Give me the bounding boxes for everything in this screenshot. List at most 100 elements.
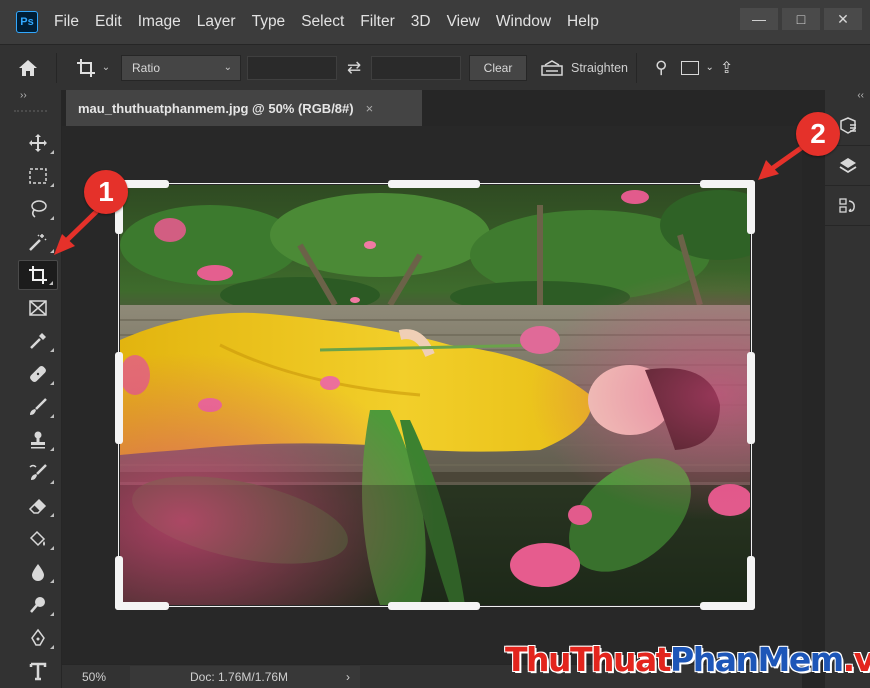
toolbar-grip[interactable] xyxy=(14,110,47,122)
photoshop-logo[interactable]: Ps xyxy=(16,11,38,33)
layers-panel-button[interactable] xyxy=(825,146,870,186)
document-info[interactable]: Doc: 1.76M/1.76M › xyxy=(130,665,360,688)
crop-handle-bottom-left[interactable] xyxy=(115,556,123,610)
menu-view[interactable]: View xyxy=(447,13,480,31)
menu-file[interactable]: File xyxy=(54,13,79,31)
crop-ratio-dropdown[interactable]: Ratio ⌄ xyxy=(121,54,241,81)
close-tab-icon[interactable]: × xyxy=(366,101,374,116)
menu-type[interactable]: Type xyxy=(252,13,286,31)
search-icon[interactable]: ⚲ xyxy=(655,58,667,78)
history-panel-button[interactable] xyxy=(825,186,870,226)
crop-icon xyxy=(29,266,47,284)
move-icon xyxy=(29,134,47,152)
crop-handle-right[interactable] xyxy=(747,352,755,444)
tool-flyout-indicator xyxy=(50,447,54,451)
pen-tool[interactable] xyxy=(18,623,58,653)
rectangular-marquee-icon xyxy=(29,168,47,184)
right-panel-dock: ‹‹ xyxy=(824,90,870,688)
menu-bar: Ps File Edit Image Layer Type Select Fil… xyxy=(0,0,870,44)
healing-brush-tool[interactable] xyxy=(18,359,58,389)
menu-image[interactable]: Image xyxy=(138,13,181,31)
menu-filter[interactable]: Filter xyxy=(360,13,394,31)
crop-icon xyxy=(76,58,95,77)
eraser-tool[interactable] xyxy=(18,491,58,521)
home-button[interactable] xyxy=(8,45,48,91)
tool-flyout-indicator xyxy=(50,150,54,154)
move-tool[interactable] xyxy=(18,128,58,158)
options-right-icons: ⚲ ⌄ ⇪ xyxy=(655,58,733,78)
watermark-part-2: PhanMem xyxy=(670,640,844,679)
chevron-right-icon[interactable]: › xyxy=(346,670,350,684)
tools-panel: ›› xyxy=(0,90,62,688)
magic-wand-icon xyxy=(29,234,47,251)
document-tab-strip: mau_thuthuatphanmem.jpg @ 50% (RGB/8#) × xyxy=(62,90,825,126)
collapse-toolbar-button[interactable]: ›› xyxy=(0,90,61,106)
clone-stamp-tool[interactable] xyxy=(18,425,58,455)
menu-edit[interactable]: Edit xyxy=(95,13,122,31)
eraser-icon xyxy=(28,498,47,514)
minimize-button[interactable]: — xyxy=(740,8,778,30)
menu-layer[interactable]: Layer xyxy=(197,13,236,31)
tool-flyout-indicator xyxy=(50,381,54,385)
menu-help[interactable]: Help xyxy=(567,13,599,31)
swap-dimensions-icon[interactable]: ⇄ xyxy=(337,58,371,78)
crop-handle-top[interactable] xyxy=(388,180,480,188)
lasso-tool[interactable] xyxy=(18,194,58,224)
type-icon xyxy=(29,662,47,681)
history-brush-tool[interactable] xyxy=(18,458,58,488)
crop-tool-preset-picker[interactable]: ⌄ xyxy=(65,45,121,91)
blur-tool[interactable] xyxy=(18,557,58,587)
tool-flyout-indicator xyxy=(49,281,53,285)
crop-handle-bottom-right[interactable] xyxy=(747,556,755,610)
history-brush-icon xyxy=(29,464,47,480)
tool-flyout-indicator xyxy=(50,216,54,220)
annotation-badge-1: 1 xyxy=(84,170,128,214)
close-button[interactable]: ✕ xyxy=(824,8,862,30)
crop-handle-bottom-left[interactable] xyxy=(115,602,169,610)
straighten-icon[interactable] xyxy=(539,59,565,76)
workspace-icon[interactable] xyxy=(681,60,700,75)
tool-flyout-indicator xyxy=(50,480,54,484)
tool-flyout-indicator xyxy=(50,546,54,550)
crop-handle-top-right[interactable] xyxy=(747,180,755,234)
document-size-info: Doc: 1.76M/1.76M xyxy=(190,669,289,684)
straighten-label[interactable]: Straighten xyxy=(571,61,628,75)
menu-3d[interactable]: 3D xyxy=(411,13,431,31)
chevron-down-icon[interactable]: ⌄ xyxy=(705,62,713,73)
window-controls: — □ ✕ xyxy=(736,8,862,30)
options-separator xyxy=(635,52,637,83)
tool-flyout-indicator xyxy=(50,414,54,418)
crop-handle-left[interactable] xyxy=(115,352,123,444)
magic-wand-tool[interactable] xyxy=(18,227,58,257)
home-icon xyxy=(19,59,37,76)
tool-flyout-indicator xyxy=(50,348,54,352)
menu-select[interactable]: Select xyxy=(301,13,344,31)
document-tab[interactable]: mau_thuthuatphanmem.jpg @ 50% (RGB/8#) × xyxy=(66,90,422,126)
crop-tool[interactable] xyxy=(18,260,58,290)
brush-tool[interactable] xyxy=(18,392,58,422)
zoom-level-field[interactable]: 50% xyxy=(62,666,124,688)
collapse-panels-button[interactable]: ‹‹ xyxy=(825,90,870,106)
paint-bucket-tool[interactable] xyxy=(18,524,58,554)
maximize-button[interactable]: □ xyxy=(782,8,820,30)
options-bar: ⌄ Ratio ⌄ ⇄ Clear Straighten ⚲ ⌄ ⇪ xyxy=(0,44,870,90)
frame-tool[interactable] xyxy=(18,293,58,323)
frame-icon xyxy=(29,300,47,316)
bandage-icon xyxy=(30,366,46,382)
marquee-tool[interactable] xyxy=(18,161,58,191)
crop-height-input[interactable] xyxy=(371,55,461,80)
dodge-icon xyxy=(30,597,45,613)
type-tool[interactable] xyxy=(18,656,58,686)
share-icon[interactable]: ⇪ xyxy=(720,58,733,78)
crop-bounding-box[interactable] xyxy=(118,183,752,607)
menu-window[interactable]: Window xyxy=(496,13,551,31)
watermark-part-3: .vn xyxy=(842,640,870,679)
chevron-down-icon: ⌄ xyxy=(223,62,232,73)
clear-button[interactable]: Clear xyxy=(469,54,527,81)
properties-icon xyxy=(839,116,856,134)
crop-width-input[interactable] xyxy=(247,55,337,80)
eyedropper-tool[interactable] xyxy=(18,326,58,356)
tool-flyout-indicator xyxy=(50,579,54,583)
crop-handle-bottom[interactable] xyxy=(388,602,480,610)
dodge-tool[interactable] xyxy=(18,590,58,620)
